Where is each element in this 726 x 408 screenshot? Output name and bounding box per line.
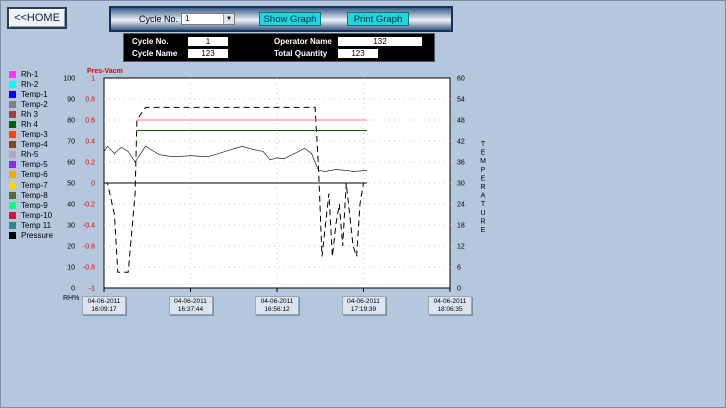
rh-tick: 10 [67,265,75,272]
time-label-date: 04-06-2011 [347,298,380,305]
right-axis-letter: P [481,167,486,174]
time-label: 04-06-2011 16:09:17 [82,296,126,315]
right-axis-letter: R [480,218,485,225]
right-axis-letter: E [481,227,486,234]
time-label: 04-06-2011 18:06:35 [428,296,472,315]
pressure-tick: 0.6 [85,118,95,125]
right-axis-letter: T [481,141,486,148]
app-screen: <<HOME Cycle No. 1 ▼ Show Graph Print Gr… [0,0,726,408]
left-axis-label: RH% [63,295,79,302]
right-axis-letter: E [481,175,486,182]
temp-tick: 42 [457,139,465,146]
right-axis-letter: E [481,150,486,157]
time-label-date: 04-06-2011 [174,298,207,305]
chart-title: Pres-Vacm [87,68,123,75]
rh-tick: 70 [67,139,75,146]
time-label-time: 16:56:12 [264,306,290,313]
right-axis-letter: U [480,210,485,217]
temp-tick: 12 [457,244,465,251]
pressure-tick: -0.8 [83,265,95,272]
time-label: 04-06-2011 16:37:44 [168,296,213,315]
rh-tick: 50 [67,181,75,188]
time-label: 04-06-2011 17:19:39 [341,296,386,315]
time-label-time: 16:09:17 [91,306,117,313]
right-axis-letter: T [481,201,486,208]
trend-chart: 100908070605040302010010.80.60.40.20-0.2… [63,68,486,302]
rh-tick: 80 [67,118,75,125]
rh-tick: 40 [67,202,75,209]
right-axis-letter: R [480,184,485,191]
rh-tick: 20 [67,244,75,251]
rh-tick: 0 [71,286,75,293]
time-label: 04-06-2011 16:56:12 [255,296,299,315]
temp-tick: 54 [457,97,465,104]
pressure-tick: -0.2 [83,202,95,209]
time-label-date: 04-06-2011 [433,298,467,305]
rh-tick: 90 [67,97,75,104]
pressure-tick: -1 [89,286,95,293]
time-label-time: 18:06:35 [437,306,463,313]
pressure-tick: -0.4 [83,223,95,230]
temp-tick: 6 [457,265,461,272]
temp-tick: 48 [457,118,465,125]
time-label-date: 04-06-2011 [260,298,294,305]
temp-tick: 18 [457,223,465,230]
time-label-date: 04-06-2011 [87,298,121,305]
pressure-tick: -0.6 [83,244,95,251]
rh-tick: 30 [67,223,75,230]
rh-tick: 60 [67,160,75,167]
pressure-tick: 0 [91,181,95,188]
temp-tick: 36 [457,160,465,167]
time-label-time: 16:37:44 [177,306,204,313]
pressure-tick: 0.8 [85,97,95,104]
pressure-tick: 0.2 [85,160,95,167]
pressure-tick: 1 [91,76,95,83]
right-axis-letter: M [480,158,486,165]
pressure-tick: 0.4 [85,139,95,146]
rh-tick: 100 [63,76,75,83]
temp-tick: 60 [457,76,465,83]
right-axis-letter: A [481,193,486,200]
temp-tick: 30 [457,181,465,188]
temp-tick: 24 [457,202,465,209]
temp-tick: 0 [457,286,461,293]
time-label-time: 17:19:39 [350,306,377,313]
